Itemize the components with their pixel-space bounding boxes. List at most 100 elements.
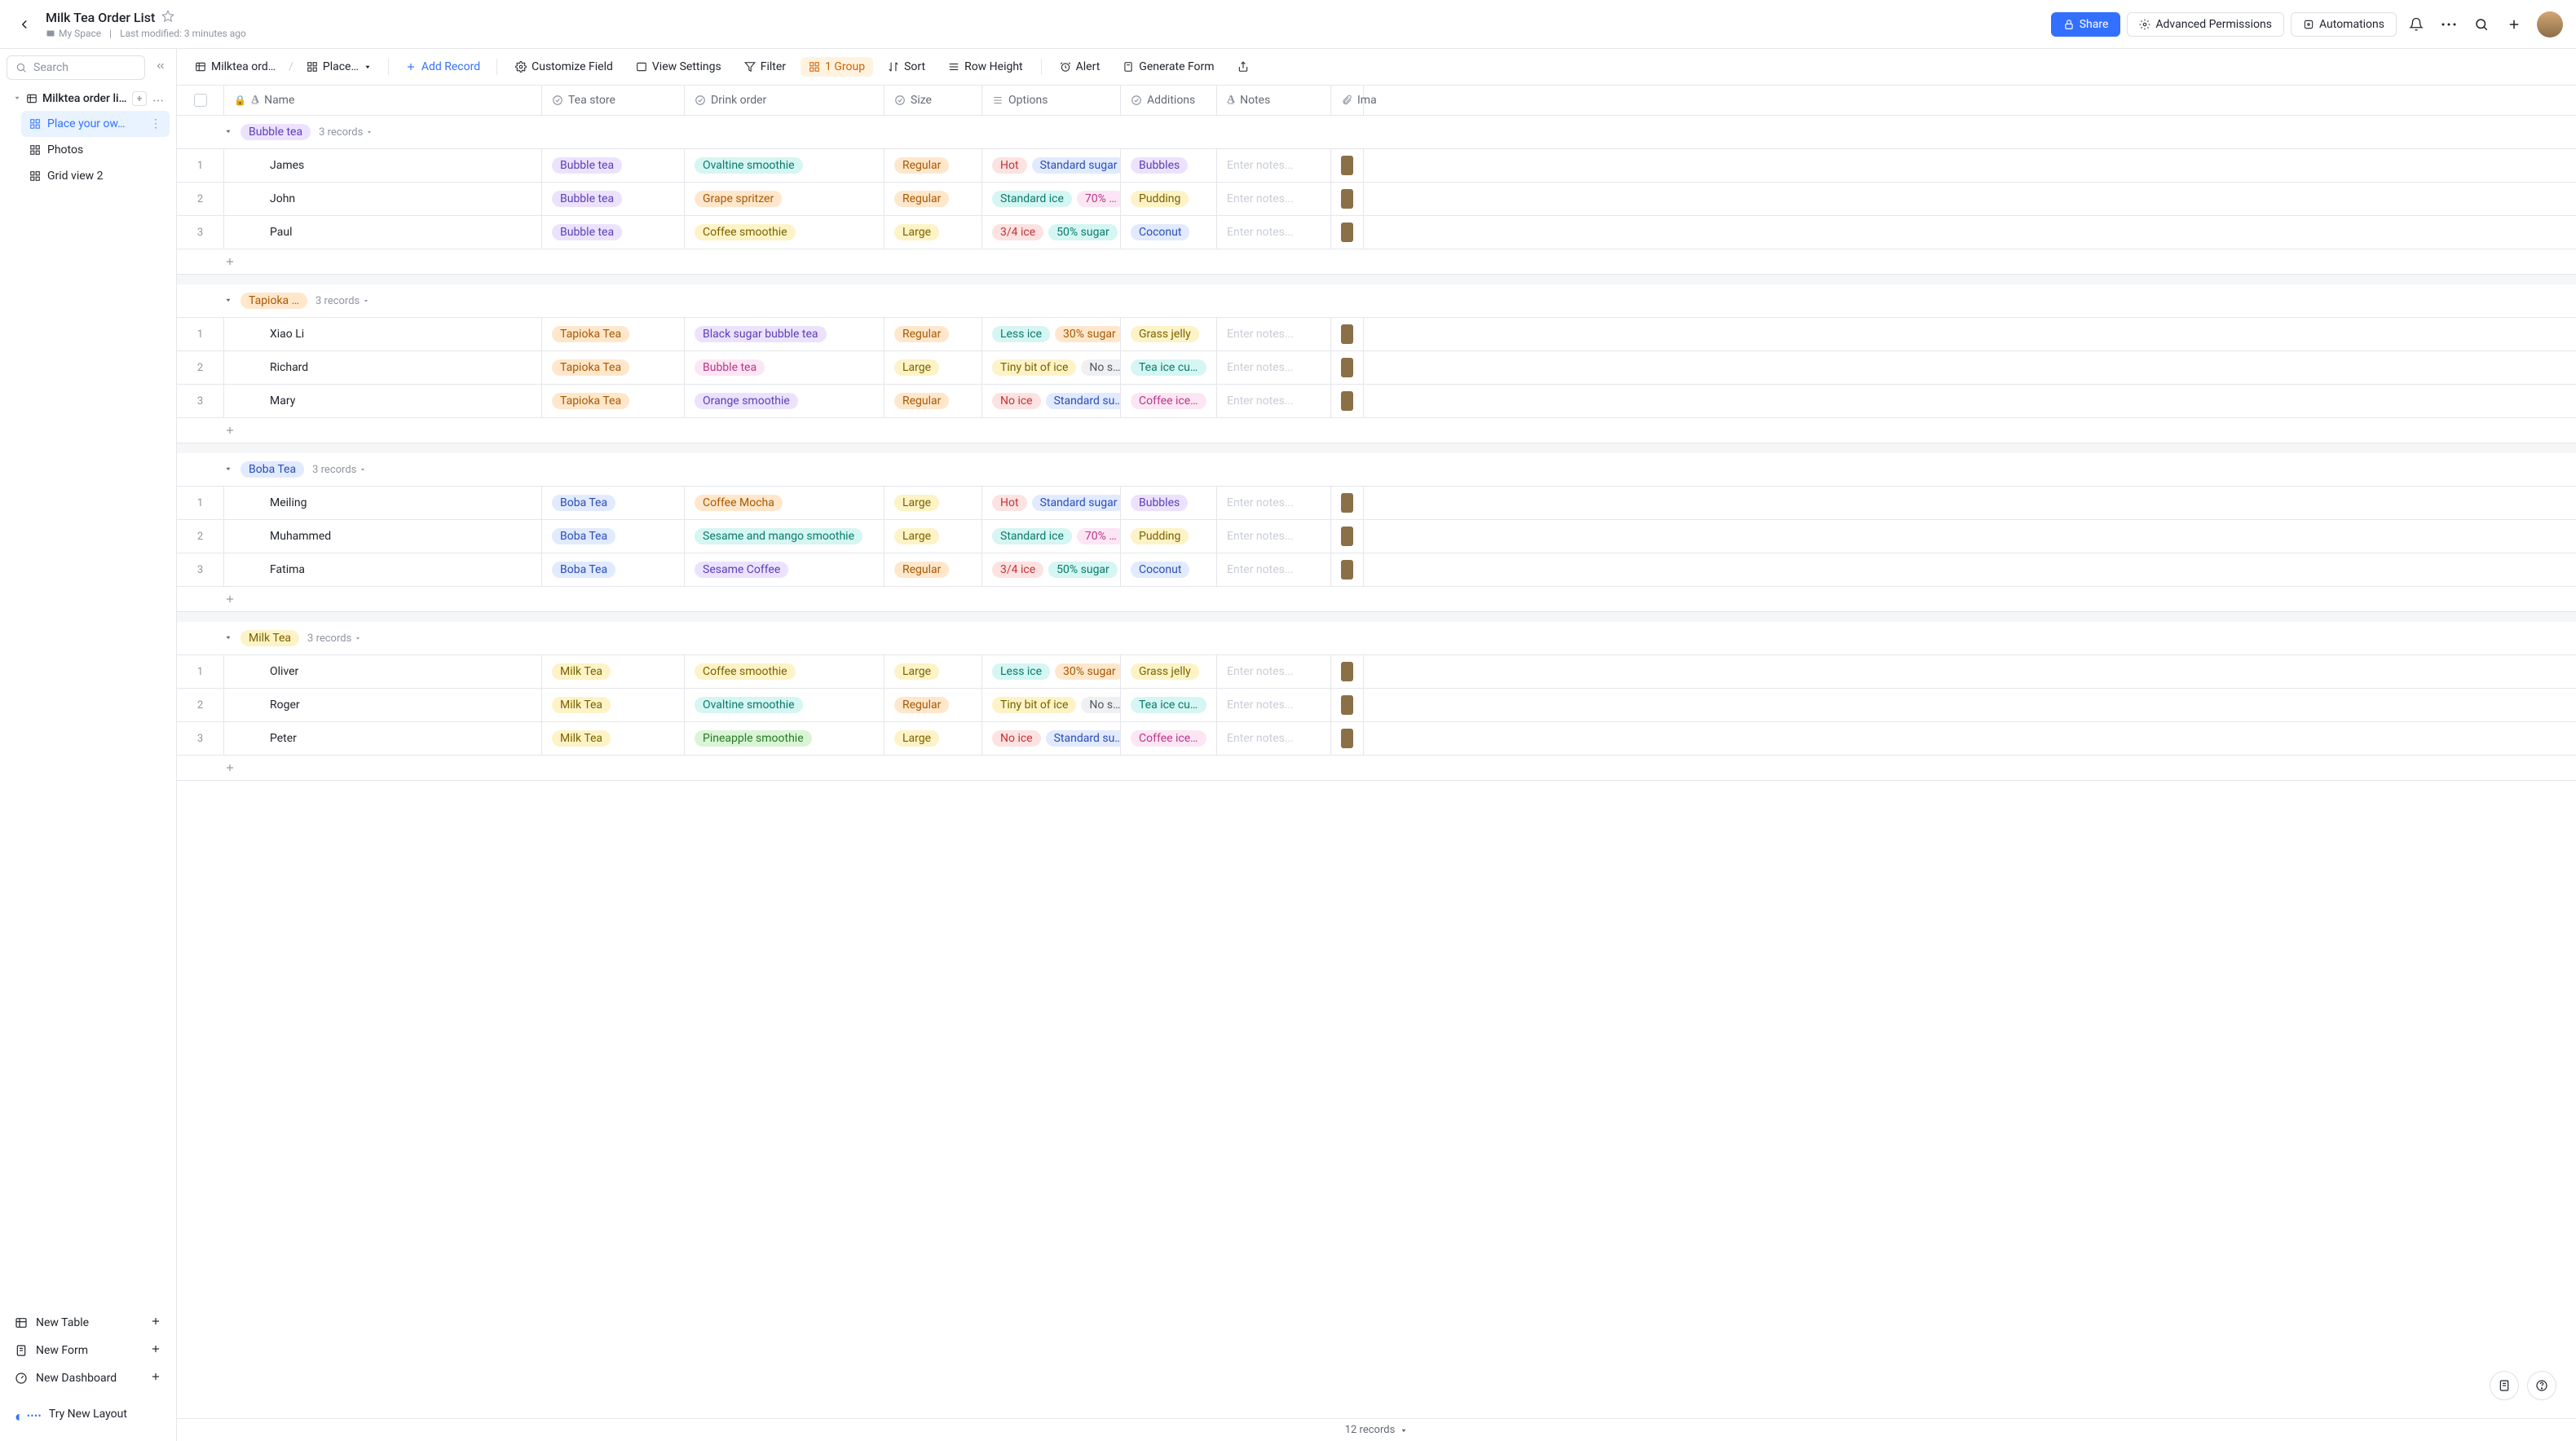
cell-image[interactable] bbox=[1331, 318, 1364, 350]
cell-size[interactable]: Regular bbox=[884, 553, 982, 586]
add-view-icon[interactable]: + bbox=[132, 91, 147, 106]
filter-button[interactable]: Filter bbox=[736, 57, 794, 77]
cell-name[interactable]: Oliver bbox=[224, 655, 542, 688]
cell-additions[interactable]: Grass jelly bbox=[1121, 655, 1217, 688]
cell-drink[interactable]: Pineapple smoothie bbox=[685, 722, 884, 755]
cell-drink[interactable]: Grape spritzer bbox=[685, 183, 884, 215]
cell-image[interactable] bbox=[1331, 385, 1364, 417]
cell-store[interactable]: Tapioka Tea bbox=[542, 351, 685, 384]
generate-form-button[interactable]: Generate Form bbox=[1114, 57, 1222, 77]
sidebar-root-node[interactable]: Milktea order list + bbox=[7, 86, 170, 111]
cell-name[interactable]: James bbox=[224, 149, 542, 182]
record-count[interactable]: 3 records bbox=[307, 632, 361, 645]
group-header[interactable]: Milk Tea3 records bbox=[177, 622, 2576, 655]
row-index[interactable]: 1 bbox=[177, 318, 224, 350]
cell-options[interactable]: HotStandard sugar bbox=[982, 487, 1121, 519]
cell-options[interactable]: 3/4 ice50% sugar bbox=[982, 216, 1121, 249]
cell-store[interactable]: Bubble tea bbox=[542, 183, 685, 215]
cell-additions[interactable]: Bubbles bbox=[1121, 487, 1217, 519]
share-button[interactable]: Share bbox=[2051, 12, 2121, 37]
cell-size[interactable]: Regular bbox=[884, 689, 982, 721]
cell-drink[interactable]: Orange smoothie bbox=[685, 385, 884, 417]
cell-image[interactable] bbox=[1331, 149, 1364, 182]
cell-options[interactable]: Less ice30% sugar bbox=[982, 655, 1121, 688]
new-form-button[interactable]: New Form bbox=[7, 1337, 170, 1364]
cell-notes[interactable]: Enter notes... bbox=[1217, 689, 1331, 721]
cell-image[interactable] bbox=[1331, 689, 1364, 721]
try-new-layout-button[interactable]: ◐᠁ Try New Layout bbox=[7, 1392, 170, 1434]
cell-name[interactable]: Paul bbox=[224, 216, 542, 249]
cell-name[interactable]: Mary bbox=[224, 385, 542, 417]
row-index[interactable]: 3 bbox=[177, 385, 224, 417]
alert-button[interactable]: Alert bbox=[1052, 57, 1109, 77]
row-index[interactable]: 2 bbox=[177, 520, 224, 553]
space-breadcrumb[interactable]: My Space bbox=[46, 28, 101, 39]
cell-store[interactable]: Milk Tea bbox=[542, 722, 685, 755]
row-index[interactable]: 3 bbox=[177, 553, 224, 586]
cell-name[interactable]: Roger bbox=[224, 689, 542, 721]
add-row-button[interactable] bbox=[177, 249, 2576, 275]
row-index[interactable]: 3 bbox=[177, 216, 224, 249]
sort-button[interactable]: Sort bbox=[880, 57, 933, 77]
cell-image[interactable] bbox=[1331, 216, 1364, 249]
cell-additions[interactable]: Coconut bbox=[1121, 216, 1217, 249]
row-index[interactable]: 3 bbox=[177, 722, 224, 755]
cell-notes[interactable]: Enter notes... bbox=[1217, 520, 1331, 553]
more-icon[interactable] bbox=[2436, 11, 2462, 37]
cell-notes[interactable]: Enter notes... bbox=[1217, 553, 1331, 586]
select-all-checkbox[interactable] bbox=[194, 94, 207, 107]
add-row-button[interactable] bbox=[177, 587, 2576, 612]
cell-image[interactable] bbox=[1331, 351, 1364, 384]
cell-notes[interactable]: Enter notes... bbox=[1217, 183, 1331, 215]
footer-total[interactable]: 12 records bbox=[177, 1418, 2576, 1441]
avatar[interactable] bbox=[2537, 11, 2563, 37]
cell-notes[interactable]: Enter notes... bbox=[1217, 318, 1331, 350]
cell-size[interactable]: Large bbox=[884, 487, 982, 519]
cell-size[interactable]: Regular bbox=[884, 318, 982, 350]
row-index[interactable]: 2 bbox=[177, 689, 224, 721]
cell-options[interactable]: 3/4 ice50% sugar bbox=[982, 553, 1121, 586]
row-index[interactable]: 1 bbox=[177, 149, 224, 182]
cell-drink[interactable]: Bubble tea bbox=[685, 351, 884, 384]
cell-drink[interactable]: Black sugar bubble tea bbox=[685, 318, 884, 350]
group-header[interactable]: Bubble tea3 records bbox=[177, 116, 2576, 149]
star-icon[interactable] bbox=[161, 10, 174, 26]
add-icon[interactable] bbox=[2501, 11, 2527, 37]
group-button[interactable]: 1 Group bbox=[801, 57, 873, 77]
cell-size[interactable]: Large bbox=[884, 216, 982, 249]
column-images[interactable]: Ima bbox=[1331, 86, 1364, 115]
group-header[interactable]: Tapioka …3 records bbox=[177, 284, 2576, 318]
cell-store[interactable]: Boba Tea bbox=[542, 487, 685, 519]
cell-store[interactable]: Bubble tea bbox=[542, 216, 685, 249]
sidebar-item[interactable]: Photos bbox=[21, 137, 170, 163]
table-row[interactable]: 2 John Bubble tea Grape spritzer Regular… bbox=[177, 183, 2576, 216]
cell-name[interactable]: Xiao Li bbox=[224, 318, 542, 350]
cell-drink[interactable]: Ovaltine smoothie bbox=[685, 149, 884, 182]
cell-store[interactable]: Milk Tea bbox=[542, 689, 685, 721]
row-index[interactable]: 1 bbox=[177, 655, 224, 688]
cell-name[interactable]: Meiling bbox=[224, 487, 542, 519]
sidebar-item[interactable]: Place your ow…⋮ bbox=[21, 111, 170, 137]
table-row[interactable]: 1 James Bubble tea Ovaltine smoothie Reg… bbox=[177, 149, 2576, 183]
cell-drink[interactable]: Sesame and mango smoothie bbox=[685, 520, 884, 553]
more-icon[interactable] bbox=[153, 92, 163, 105]
cell-store[interactable]: Boba Tea bbox=[542, 553, 685, 586]
search-icon[interactable] bbox=[2468, 11, 2494, 37]
record-count[interactable]: 3 records bbox=[312, 464, 366, 476]
cell-options[interactable]: No iceStandard su… bbox=[982, 722, 1121, 755]
cell-additions[interactable]: Grass jelly bbox=[1121, 318, 1217, 350]
cell-notes[interactable]: Enter notes... bbox=[1217, 385, 1331, 417]
more-icon[interactable]: ⋮ bbox=[150, 117, 161, 130]
cell-name[interactable]: Richard bbox=[224, 351, 542, 384]
cell-drink[interactable]: Coffee Mocha bbox=[685, 487, 884, 519]
doc-icon[interactable] bbox=[2490, 1371, 2519, 1400]
cell-drink[interactable]: Coffee smoothie bbox=[685, 655, 884, 688]
view-settings-button[interactable]: View Settings bbox=[628, 57, 730, 77]
add-row-button[interactable] bbox=[177, 418, 2576, 443]
table-row[interactable]: 1 Meiling Boba Tea Coffee Mocha Large Ho… bbox=[177, 487, 2576, 520]
row-index[interactable]: 2 bbox=[177, 183, 224, 215]
new-dashboard-button[interactable]: New Dashboard bbox=[7, 1364, 170, 1392]
cell-image[interactable] bbox=[1331, 487, 1364, 519]
cell-additions[interactable]: Pudding bbox=[1121, 183, 1217, 215]
cell-additions[interactable]: Tea ice cubes bbox=[1121, 351, 1217, 384]
